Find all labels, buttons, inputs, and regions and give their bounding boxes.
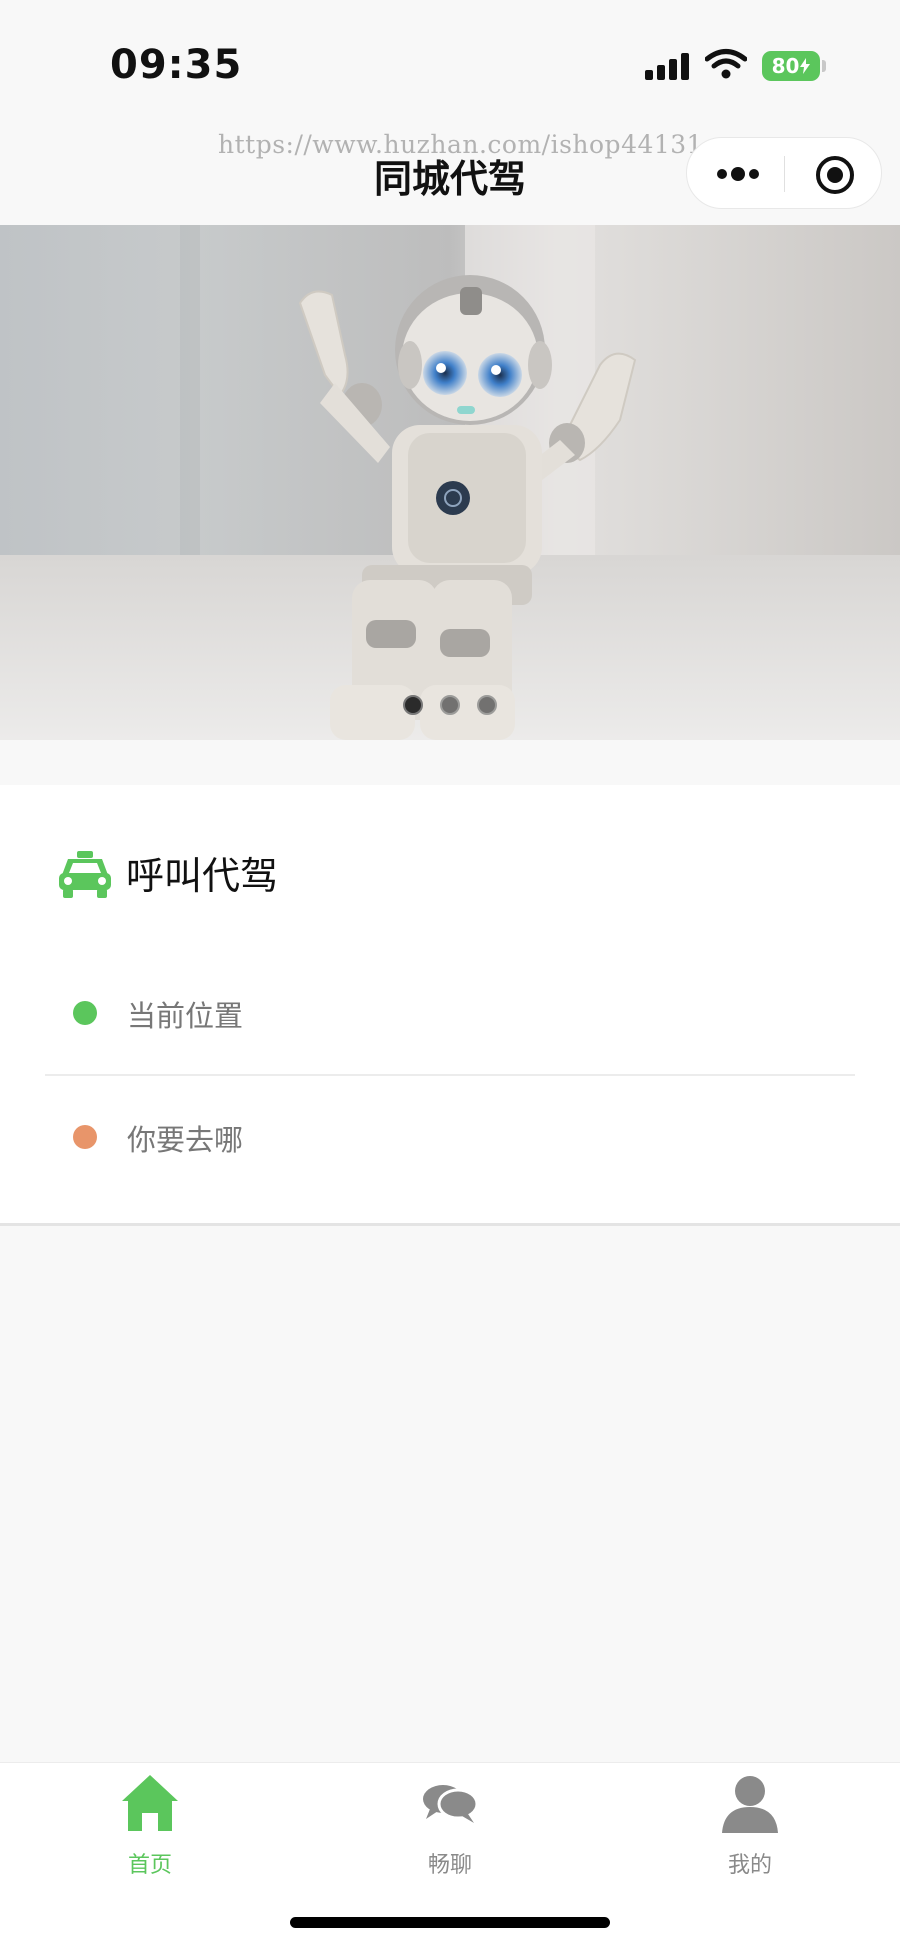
current-location-label: 当前位置: [127, 999, 244, 1033]
user-icon: [722, 1776, 778, 1833]
wifi-icon: [705, 49, 747, 79]
battery-cap: [822, 60, 826, 72]
destination-row[interactable]: 你要去哪: [0, 1097, 900, 1177]
charging-icon: [800, 58, 811, 74]
tab-home[interactable]: 首页: [80, 1773, 220, 1883]
tab-chat[interactable]: 畅聊: [380, 1773, 520, 1883]
miniprogram-capsule: [686, 137, 882, 209]
signal-icon: [645, 53, 689, 80]
battery-indicator: 80: [762, 51, 820, 81]
tab-label: 我的: [727, 1853, 772, 1878]
chat-icon: [423, 1785, 479, 1823]
card-title: 呼叫代驾: [126, 854, 279, 898]
battery-level: 80: [771, 54, 800, 78]
banner-carousel[interactable]: [0, 225, 900, 740]
robot-banner-image: [0, 225, 900, 740]
destination-label: 你要去哪: [127, 1123, 244, 1157]
taxi-icon: [59, 851, 111, 898]
tab-label: 首页: [127, 1853, 172, 1878]
carousel-dot[interactable]: [477, 695, 497, 715]
home-icon: [122, 1775, 178, 1831]
location-divider: [45, 1074, 855, 1076]
carousel-dot[interactable]: [440, 695, 460, 715]
capsule-divider: [784, 156, 785, 192]
current-location-row[interactable]: 当前位置: [0, 973, 900, 1053]
carousel-dot[interactable]: [403, 695, 423, 715]
target-icon[interactable]: [815, 155, 855, 195]
call-driver-card: 呼叫代驾 当前位置 你要去哪: [0, 785, 900, 1226]
status-time: 09:35: [110, 42, 243, 88]
status-bar: 09:35 80: [0, 0, 900, 120]
start-dot: [73, 1001, 97, 1025]
more-icon[interactable]: [715, 164, 761, 184]
tab-me[interactable]: 我的: [680, 1773, 820, 1883]
home-indicator: [290, 1917, 610, 1928]
tab-label: 畅聊: [427, 1853, 472, 1878]
end-dot: [73, 1125, 97, 1149]
